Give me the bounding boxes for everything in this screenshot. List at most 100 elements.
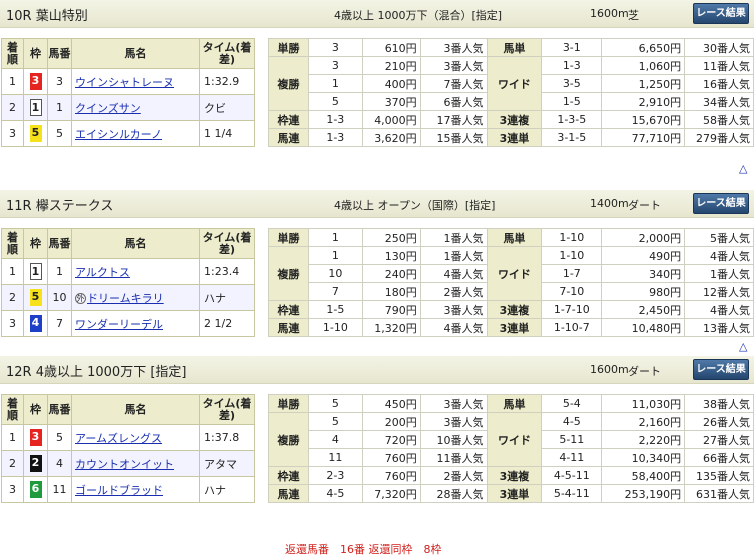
wakuren-num: 2-3 <box>307 466 363 485</box>
payout-row: 馬連 1-10 1,320円 4番人気 3連単 1-10-7 10,480円 1… <box>268 318 754 337</box>
sanrenpuku-label: 3連複 <box>486 110 543 129</box>
wakuren-pop: 17番人気 <box>419 110 488 129</box>
umatan-label: 馬単 <box>486 38 543 57</box>
horse-name-link[interactable]: アルクトス <box>75 266 130 279</box>
horse-name-cell: クインズサン <box>71 94 200 121</box>
table-row: 2 5 10 外ドリームキラリ ハナ <box>1 284 255 311</box>
fukusho-pop: 3番人気 <box>419 56 488 75</box>
gate-badge: 6 <box>29 481 42 498</box>
race-result-button[interactable]: レース結果 <box>693 359 749 380</box>
wakuren-yen: 760円 <box>361 466 421 485</box>
horse-name-link[interactable]: エイシンルカーノ <box>75 128 162 141</box>
wide-num: 3-5 <box>541 74 603 93</box>
table-row: 1 3 3 ウインシャトレーヌ 1:32.9 <box>1 68 255 95</box>
horse-name-cell: アームズレングス <box>71 424 200 451</box>
page-top-link[interactable]: △ <box>739 340 747 353</box>
wide-num: 4-5 <box>541 412 603 431</box>
table-row: 1 1 1 アルクトス 1:23.4 <box>1 258 255 285</box>
wide-pop: 11番人気 <box>684 56 754 75</box>
wide-yen: 1,250円 <box>601 74 686 93</box>
tansho-pop: 3番人気 <box>419 38 488 57</box>
number-cell: 3 <box>47 68 72 95</box>
sanrentan-num: 5-4-11 <box>541 484 603 503</box>
number-cell: 1 <box>47 258 72 285</box>
fukusho-pop: 6番人気 <box>419 92 488 111</box>
table-row: 3 6 11 ゴールドブラッド ハナ <box>1 476 255 503</box>
wide-label: ワイド <box>486 56 543 111</box>
fukusho-num: 4 <box>307 430 363 449</box>
horse-name-link[interactable]: アームズレングス <box>75 432 162 445</box>
wakuren-num: 1-3 <box>307 110 363 129</box>
horse-name-link[interactable]: クインズサン <box>75 102 141 115</box>
header-time: タイム(着差) <box>199 228 255 259</box>
umaren-label: 馬連 <box>268 484 309 503</box>
payout-row: 複勝 3 210円 3番人気 ワイド 1-3 1,060円 11番人気 <box>268 56 754 111</box>
gate-badge: 5 <box>29 125 42 142</box>
time-cell: ハナ <box>199 476 255 503</box>
umatan-label: 馬単 <box>486 228 543 247</box>
sanrenpuku-pop: 135番人気 <box>684 466 754 485</box>
wide-num: 1-5 <box>541 92 603 111</box>
race-header: 12R 4歳以上 1000万下 [指定] 1600m ダート レース結果 <box>0 356 754 384</box>
sanrentan-pop: 631番人気 <box>684 484 754 503</box>
gate-badge: 3 <box>29 73 42 90</box>
tansho-yen: 450円 <box>361 394 421 413</box>
gate-cell: 3 <box>23 424 48 451</box>
race-title: 11R 欅ステークス <box>6 199 114 214</box>
fukusho-yen: 370円 <box>361 92 421 111</box>
wide-num: 4-11 <box>541 448 603 467</box>
wide-pop: 12番人気 <box>684 282 754 301</box>
header-gate: 枠 <box>23 394 48 425</box>
number-cell: 5 <box>47 424 72 451</box>
horse-name-link[interactable]: カウントオンイット <box>75 458 174 471</box>
sanrentan-pop: 13番人気 <box>684 318 754 337</box>
wide-num: 1-7 <box>541 264 603 283</box>
refund-note: 返還馬番 16番 返還同枠 8枠 <box>285 543 442 555</box>
gate-badge: 1 <box>29 99 42 116</box>
wide-pop: 4番人気 <box>684 246 754 265</box>
rank-cell: 1 <box>1 68 24 95</box>
sanrenpuku-yen: 58,400円 <box>601 466 686 485</box>
sanrentan-num: 1-10-7 <box>541 318 603 337</box>
race-result-button[interactable]: レース結果 <box>693 3 749 24</box>
table-row: 3 4 7 ワンダーリーデル 2 1/2 <box>1 310 255 337</box>
gate-cell: 1 <box>23 258 48 285</box>
sanrentan-label: 3連単 <box>486 318 543 337</box>
umatan-yen: 11,030円 <box>601 394 686 413</box>
race-header: 11R 欅ステークス 4歳以上 オープン（国際）[指定] 1400m ダート レ… <box>0 190 754 218</box>
header-number: 馬番 <box>47 38 72 69</box>
wide-yen: 980円 <box>601 282 686 301</box>
page-top-link[interactable]: △ <box>739 162 747 175</box>
race-result-button[interactable]: レース結果 <box>693 193 749 214</box>
payout-row: 複勝 5 200円 3番人気 ワイド 4-5 2,160円 26番人気 <box>268 412 754 467</box>
umatan-pop: 38番人気 <box>684 394 754 413</box>
umatan-num: 5-4 <box>541 394 603 413</box>
tansho-label: 単勝 <box>268 394 309 413</box>
sanrenpuku-num: 1-7-10 <box>541 300 603 319</box>
horse-name-link[interactable]: ドリームキラリ <box>87 292 164 305</box>
wakuren-yen: 4,000円 <box>361 110 421 129</box>
sanrentan-yen: 10,480円 <box>601 318 686 337</box>
umatan-yen: 2,000円 <box>601 228 686 247</box>
race-surface: ダート <box>628 199 661 212</box>
gate-cell: 5 <box>23 120 48 147</box>
race-conditions: 4歳以上 1000万下（混合）[指定] <box>334 9 503 22</box>
tansho-label: 単勝 <box>268 228 309 247</box>
horse-name-cell: ゴールドブラッド <box>71 476 200 503</box>
umaren-yen: 1,320円 <box>361 318 421 337</box>
horse-name-link[interactable]: ウインシャトレーヌ <box>75 76 174 89</box>
horse-name-link[interactable]: ワンダーリーデル <box>75 318 163 331</box>
wide-yen: 2,220円 <box>601 430 686 449</box>
sanrenpuku-pop: 4番人気 <box>684 300 754 319</box>
wide-pop: 27番人気 <box>684 430 754 449</box>
payout-row: 単勝 3 610円 3番人気 馬単 3-1 6,650円 30番人気 <box>268 38 754 57</box>
horse-name-link[interactable]: ゴールドブラッド <box>75 484 163 497</box>
table-row: 3 5 5 エイシンルカーノ 1 1/4 <box>1 120 255 147</box>
gate-cell: 5 <box>23 284 48 311</box>
time-cell: 1:23.4 <box>199 258 255 285</box>
race-distance: 1600m <box>590 363 629 376</box>
wide-pop: 16番人気 <box>684 74 754 93</box>
tansho-pop: 1番人気 <box>419 228 488 247</box>
wide-yen: 2,160円 <box>601 412 686 431</box>
wide-yen: 340円 <box>601 264 686 283</box>
